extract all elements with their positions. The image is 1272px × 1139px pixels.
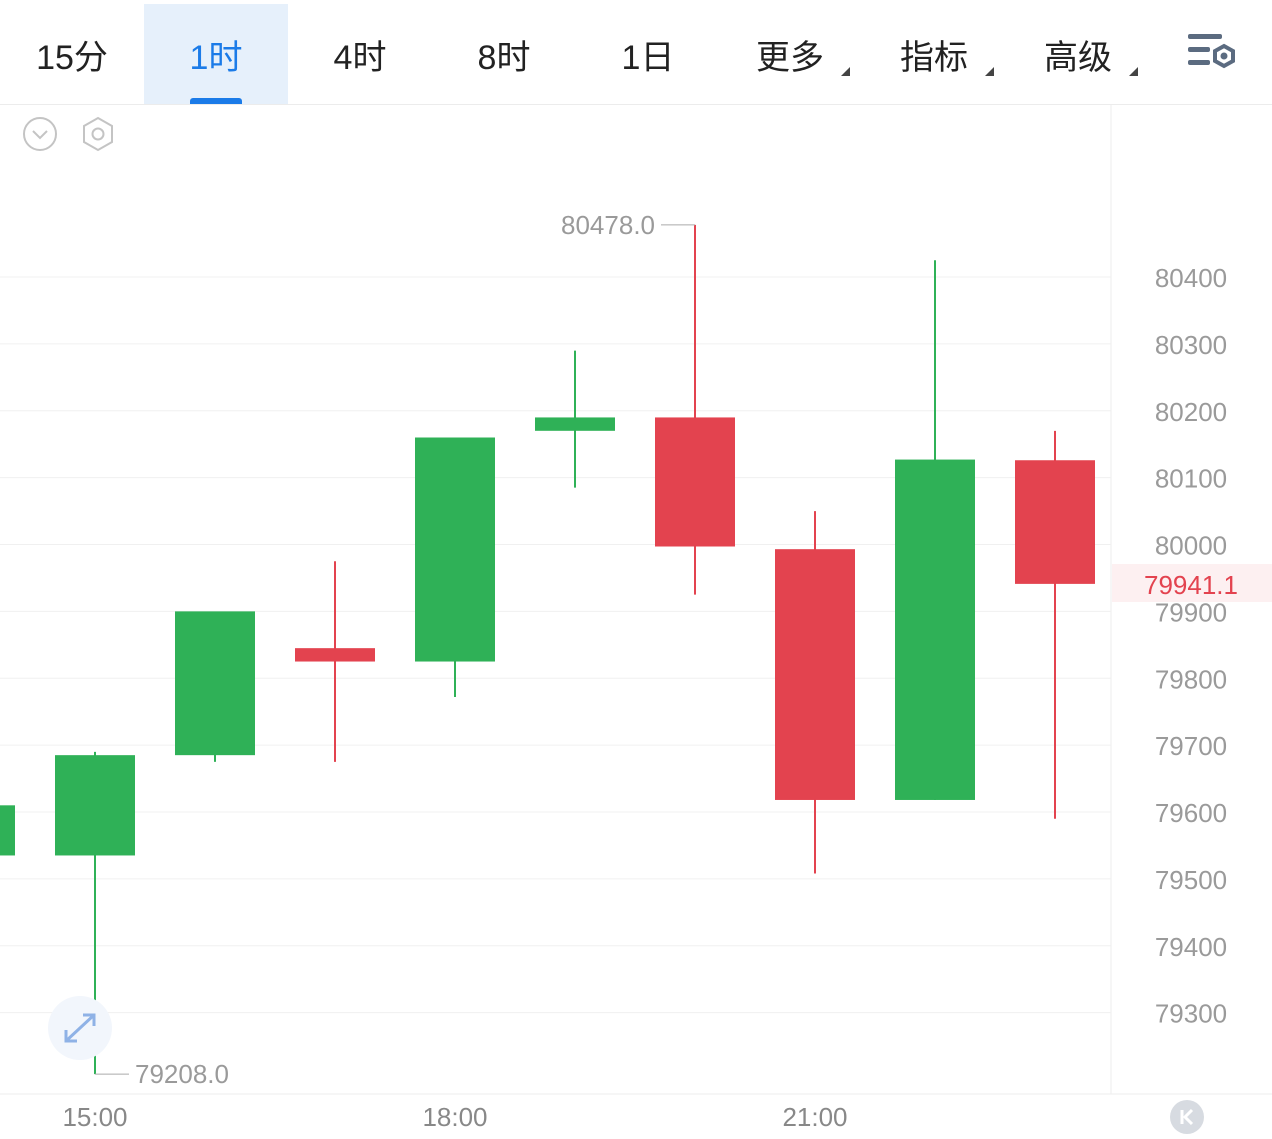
tab-1day[interactable]: 1日 bbox=[576, 4, 720, 104]
y-tick-label: 80300 bbox=[1155, 330, 1227, 360]
tab-1hour[interactable]: 1时 bbox=[144, 4, 288, 104]
high-price-label: 80478.0 bbox=[561, 210, 655, 240]
candle-body bbox=[1015, 460, 1095, 584]
low-price-label: 79208.0 bbox=[135, 1059, 229, 1089]
x-tick-label: 21:00 bbox=[782, 1102, 847, 1132]
tab-label: 4时 bbox=[333, 38, 387, 77]
dropdown-caret-icon bbox=[841, 67, 850, 76]
tab-label: 指标 bbox=[900, 38, 968, 77]
y-tick-label: 79300 bbox=[1155, 999, 1227, 1029]
tab-15min[interactable]: 15分 bbox=[0, 4, 144, 104]
candle-body bbox=[175, 611, 255, 756]
y-tick-label: 80000 bbox=[1155, 531, 1227, 561]
y-tick-label: 79600 bbox=[1155, 798, 1227, 828]
dropdown-caret-icon bbox=[985, 67, 994, 76]
candlestick-chart[interactable]: 79300 79400 79500 79600 79700 79800 79900 80000… bbox=[0, 104, 1272, 1134]
y-tick-label: 79700 bbox=[1155, 731, 1227, 761]
chart-settings-icon[interactable] bbox=[1184, 30, 1240, 78]
y-tick-label: 79800 bbox=[1155, 664, 1227, 694]
y-tick-label: 80200 bbox=[1155, 397, 1227, 427]
tab-label: 1时 bbox=[189, 38, 243, 77]
scroll-to-latest-icon[interactable] bbox=[1170, 1100, 1204, 1134]
fullscreen-expand-icon[interactable] bbox=[48, 996, 112, 1060]
tab-4hour[interactable]: 4时 bbox=[288, 4, 432, 104]
tab-more[interactable]: 更多 bbox=[730, 4, 850, 104]
tab-label: 高级 bbox=[1044, 38, 1112, 77]
tab-label: 更多 bbox=[756, 38, 824, 77]
tab-advanced[interactable]: 高级 bbox=[1018, 4, 1138, 104]
tab-8hour[interactable]: 8时 bbox=[432, 4, 576, 104]
timeframe-tab-bar: 15分 1时 4时 8时 1日 更多 指标 高级 bbox=[0, 0, 1272, 105]
y-tick-label: 79900 bbox=[1155, 597, 1227, 627]
x-tick-label: 15:00 bbox=[62, 1102, 127, 1132]
y-tick-label: 79400 bbox=[1155, 932, 1227, 962]
y-tick-label: 79500 bbox=[1155, 865, 1227, 895]
candle-body bbox=[655, 417, 735, 547]
y-tick-label: 80400 bbox=[1155, 263, 1227, 293]
candle-body bbox=[295, 648, 375, 662]
dropdown-caret-icon bbox=[1129, 67, 1138, 76]
y-tick-label: 80100 bbox=[1155, 464, 1227, 494]
tab-indicators[interactable]: 指标 bbox=[874, 4, 994, 104]
candle-body bbox=[0, 805, 15, 856]
candle-body bbox=[895, 459, 975, 800]
x-tick-label: 18:00 bbox=[422, 1102, 487, 1132]
candle-body bbox=[415, 437, 495, 662]
candle-body bbox=[55, 755, 135, 856]
tab-label: 8时 bbox=[477, 38, 531, 77]
tab-label: 1日 bbox=[621, 38, 675, 77]
last-price-label: 79941.1 bbox=[1144, 570, 1238, 600]
candle-body bbox=[775, 549, 855, 800]
candle-body bbox=[535, 417, 615, 431]
tab-label: 15分 bbox=[36, 38, 108, 77]
